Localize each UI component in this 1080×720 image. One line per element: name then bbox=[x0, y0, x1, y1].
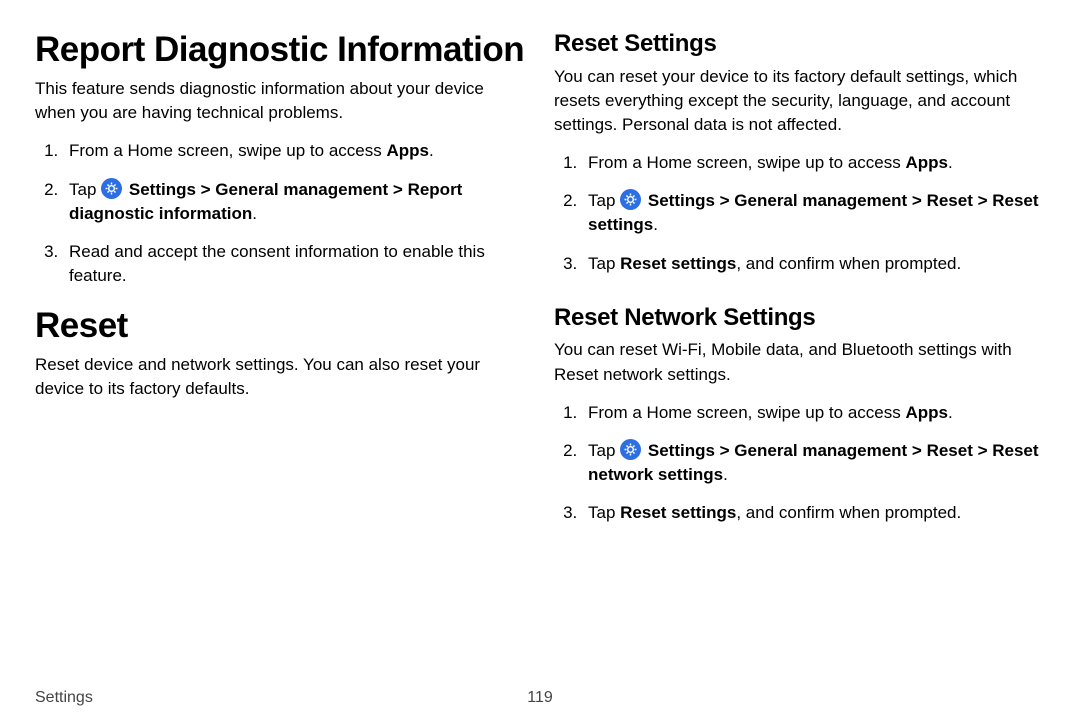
step-text: Tap bbox=[588, 441, 620, 460]
page-footer: Settings 119 bbox=[35, 683, 1045, 705]
intro-reset-network: You can reset Wi-Fi, Mobile data, and Bl… bbox=[554, 338, 1045, 386]
reset-settings-label: Reset settings bbox=[620, 254, 736, 273]
step-text: From a Home screen, swipe up to access bbox=[588, 403, 905, 422]
footer-section: Settings bbox=[35, 689, 93, 707]
apps-label: Apps bbox=[386, 141, 429, 160]
step-3: Tap Reset settings, and confirm when pro… bbox=[582, 252, 1045, 276]
step-text: , and confirm when prompted. bbox=[736, 503, 961, 522]
heading-reset-settings: Reset Settings bbox=[554, 30, 1045, 59]
reset-settings-label: Reset settings bbox=[620, 503, 736, 522]
step-text: Tap bbox=[588, 254, 620, 273]
step-text: Tap bbox=[69, 180, 101, 199]
heading-reset-network: Reset Network Settings bbox=[554, 304, 1045, 333]
step-text: From a Home screen, swipe up to access bbox=[69, 141, 386, 160]
settings-gear-icon bbox=[620, 189, 641, 210]
intro-reset-settings: You can reset your device to its factory… bbox=[554, 65, 1045, 137]
step-1: From a Home screen, swipe up to access A… bbox=[63, 139, 526, 163]
steps-report-diagnostic: From a Home screen, swipe up to access A… bbox=[35, 139, 526, 288]
settings-gear-icon bbox=[101, 178, 122, 199]
apps-label: Apps bbox=[905, 153, 948, 172]
steps-reset-settings: From a Home screen, swipe up to access A… bbox=[554, 151, 1045, 276]
intro-reset: Reset device and network settings. You c… bbox=[35, 353, 526, 401]
step-text: . bbox=[252, 204, 257, 223]
step-text: . bbox=[948, 153, 953, 172]
left-column: Report Diagnostic Information This featu… bbox=[35, 30, 526, 683]
step-text: From a Home screen, swipe up to access bbox=[588, 153, 905, 172]
step-text: Tap bbox=[588, 191, 620, 210]
step-1: From a Home screen, swipe up to access A… bbox=[582, 151, 1045, 175]
step-text: . bbox=[429, 141, 434, 160]
step-text: . bbox=[723, 465, 728, 484]
step-text: . bbox=[948, 403, 953, 422]
step-text: Tap bbox=[588, 503, 620, 522]
step-text: , and confirm when prompted. bbox=[736, 254, 961, 273]
apps-label: Apps bbox=[905, 403, 948, 422]
step-2: Tap Settings > General management > Rese… bbox=[582, 189, 1045, 237]
right-column: Reset Settings You can reset your device… bbox=[554, 30, 1045, 683]
step-text: . bbox=[653, 215, 658, 234]
intro-report-diagnostic: This feature sends diagnostic informatio… bbox=[35, 77, 526, 125]
step-1: From a Home screen, swipe up to access A… bbox=[582, 401, 1045, 425]
footer-page-number: 119 bbox=[527, 689, 553, 707]
steps-reset-network: From a Home screen, swipe up to access A… bbox=[554, 401, 1045, 526]
step-3: Tap Reset settings, and confirm when pro… bbox=[582, 501, 1045, 525]
step-2: Tap Settings > General management > Repo… bbox=[63, 178, 526, 226]
heading-report-diagnostic: Report Diagnostic Information bbox=[35, 30, 526, 69]
nav-path: Settings > General management > Report d… bbox=[69, 180, 462, 223]
step-2: Tap Settings > General management > Rese… bbox=[582, 439, 1045, 487]
heading-reset: Reset bbox=[35, 306, 526, 345]
step-3: Read and accept the consent information … bbox=[63, 240, 526, 288]
settings-gear-icon bbox=[620, 439, 641, 460]
nav-path: Settings > General management > Reset > … bbox=[588, 441, 1039, 484]
